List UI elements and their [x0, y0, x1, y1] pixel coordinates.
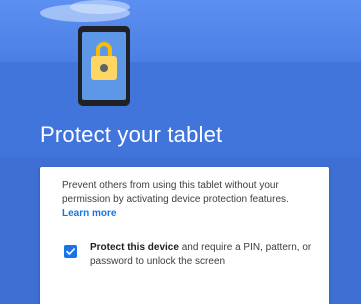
- tablet-lock-illustration: [78, 26, 130, 106]
- checkbox-checked-icon: [66, 248, 75, 255]
- page-title: Protect your tablet: [40, 122, 223, 147]
- protect-device-label[interactable]: Protect this device and require a PIN, p…: [90, 241, 314, 269]
- lock-icon: [91, 56, 117, 80]
- setup-screen: Protect your tablet Prevent others from …: [0, 0, 361, 304]
- protect-device-bold: Protect this device: [90, 242, 179, 253]
- lock-keyhole: [100, 64, 108, 72]
- settings-card: Prevent others from using this tablet wi…: [40, 167, 329, 304]
- description-body: Prevent others from using this tablet wi…: [62, 180, 289, 205]
- tablet-screen: [82, 32, 126, 100]
- learn-more-link[interactable]: Learn more: [62, 208, 116, 219]
- protect-device-checkbox[interactable]: [64, 245, 77, 258]
- cloud-decoration: [70, 0, 130, 14]
- description-text: Prevent others from using this tablet wi…: [62, 179, 316, 221]
